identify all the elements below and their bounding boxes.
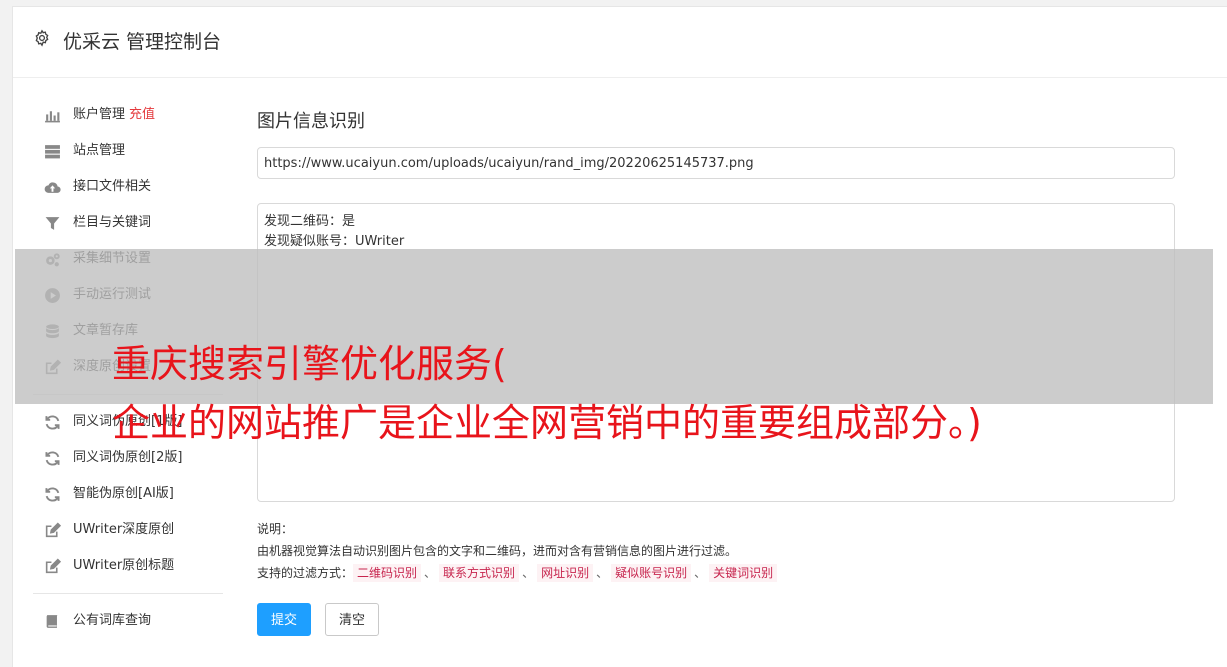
recharge-link[interactable]: 充值 [129,107,155,122]
server-icon [44,143,61,160]
sidebar-item-label: UWriter原创标题 [73,558,175,573]
notes: 说明： 由机器视觉算法自动识别图片包含的文字和二维码，进而对含有营销信息的图片进… [257,518,778,584]
filter-tag: 网址识别 [537,564,594,582]
sidebar-item-label: 账户管理 [73,107,126,122]
sidebar-item[interactable]: UWriter深度原创 [33,512,243,548]
filter-methods: 支持的过滤方式： 二维码识别、联系方式识别、网址识别、疑似账号识别、关键词识别 [257,562,778,584]
main-content: 图片信息识别 发现二维码：是 发现疑似账号：UWriter 说明： 由机器视觉算… [257,107,1177,636]
submit-button[interactable]: 提交 [257,603,311,636]
result-line: 发现二维码：是 [264,214,356,229]
tag-separator: 、 [596,566,609,580]
page-title: 图片信息识别 [257,111,365,132]
image-url-input[interactable] [257,147,1175,179]
sidebar-item[interactable]: 接口文件相关 [33,169,243,205]
sidebar-item[interactable]: 公有词库查询 [33,603,243,639]
refresh-icon [44,450,61,467]
filter-tag: 二维码识别 [353,564,422,582]
overlay-text-line1: 重庆搜索引擎优化服务( [112,342,507,386]
sidebar-item-label: 站点管理 [73,143,126,158]
cloud-upload-icon [44,179,61,196]
sidebar-item[interactable]: 站点管理 [33,133,243,169]
sidebar-divider [33,593,223,594]
clear-button[interactable]: 清空 [325,603,379,636]
edit-icon [44,558,61,575]
edit-icon [44,522,61,539]
app-title: 优采云 管理控制台 [63,31,222,53]
sidebar-item-label: 同义词伪原创[2版] [73,450,183,465]
filter-tag: 联系方式识别 [439,564,520,582]
sidebar-item-label: 接口文件相关 [73,179,152,194]
sidebar-item-label: UWriter深度原创 [73,522,175,537]
bar-chart-icon [44,107,61,124]
notes-description: 由机器视觉算法自动识别图片包含的文字和二维码，进而对含有营销信息的图片进行过滤。 [257,544,738,558]
gear-icon [33,29,51,47]
sidebar-item[interactable]: 栏目与关键词 [33,205,243,241]
sidebar-item-label: 栏目与关键词 [73,215,152,230]
tag-separator: 、 [424,566,437,580]
book-icon [44,613,61,630]
filter-tag: 疑似账号识别 [611,564,692,582]
sidebar-item[interactable]: 账户管理 充值 [33,97,243,133]
refresh-icon [44,486,61,503]
notes-title: 说明： [257,522,294,536]
sidebar-item[interactable]: UWriter原创标题 [33,548,243,584]
sidebar-item-label: 公有词库查询 [73,613,152,628]
sidebar-item-label: 智能伪原创[AI版] [73,486,174,501]
filter-prefix: 支持的过滤方式： [257,566,354,580]
filter-tag: 关键词识别 [709,564,778,582]
overlay-text-line2: 企业的网站推广是企业全网营销中的重要组成部分。) [112,401,982,445]
sidebar-item[interactable]: 智能伪原创[AI版] [33,476,243,512]
header: 优采云 管理控制台 [13,7,1227,78]
filter-icon [44,215,61,232]
refresh-icon [44,414,61,431]
tag-separator: 、 [522,566,535,580]
tag-separator: 、 [694,566,707,580]
